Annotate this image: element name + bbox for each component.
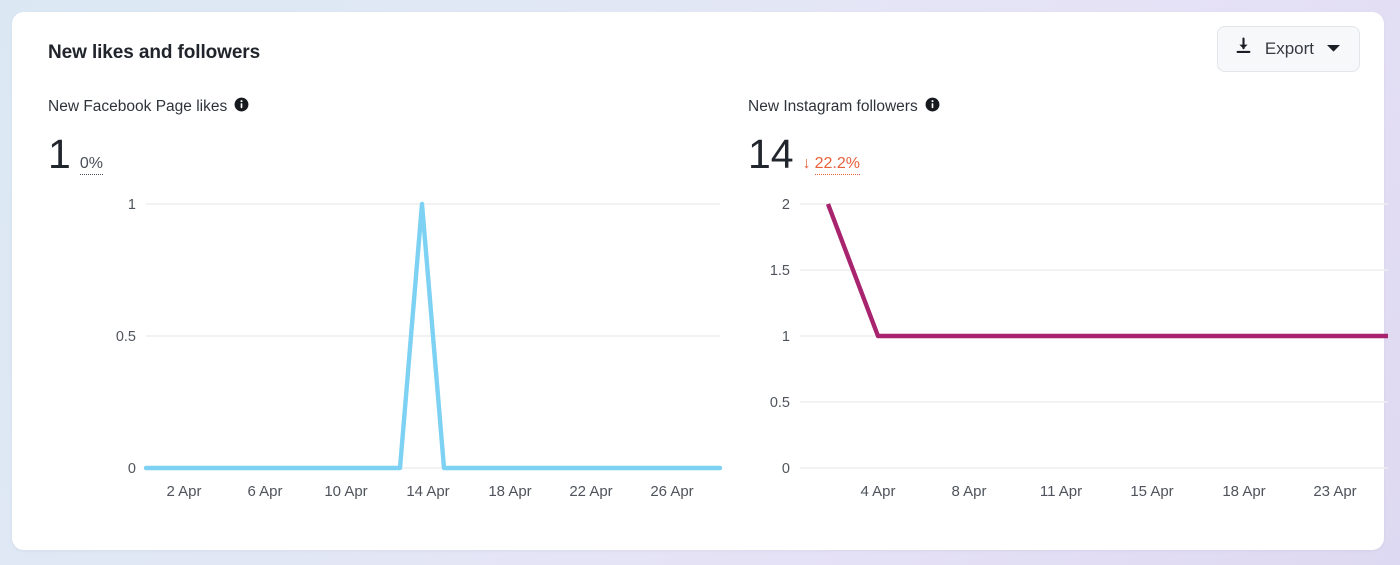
page-background: New likes and followers Export: [0, 0, 1400, 565]
svg-text:18 Apr: 18 Apr: [488, 483, 531, 500]
svg-text:22 Apr: 22 Apr: [569, 483, 612, 500]
svg-text:1.5: 1.5: [770, 263, 790, 279]
info-icon[interactable]: [925, 97, 940, 117]
arrow-down-icon: ↓: [803, 156, 811, 172]
instagram-y-axis-labels: 2 1.5 1 0.5 0: [770, 197, 790, 477]
svg-text:26 Apr: 26 Apr: [650, 483, 693, 500]
svg-text:6 Apr: 6 Apr: [247, 483, 282, 500]
instagram-metric-label-text: New Instagram followers: [748, 98, 918, 116]
analytics-card: New likes and followers Export: [12, 12, 1384, 550]
svg-text:0: 0: [128, 461, 136, 477]
instagram-metric-delta: ↓ 22.2%: [803, 155, 860, 175]
svg-text:4 Apr: 4 Apr: [860, 483, 895, 500]
facebook-x-axis-labels: 2 Apr 6 Apr 10 Apr 14 Apr 18 Apr 22 Apr …: [166, 483, 693, 500]
facebook-delta-percent: 0%: [80, 155, 103, 175]
svg-text:0: 0: [782, 461, 790, 477]
instagram-chart-svg: 2 1.5 1 0.5 0 4 Apr 8 Apr 11 Apr: [748, 190, 1400, 510]
svg-text:0.5: 0.5: [770, 395, 790, 411]
instagram-metric-value: 14: [748, 134, 794, 175]
svg-text:1: 1: [782, 329, 790, 345]
facebook-metric-label-text: New Facebook Page likes: [48, 98, 227, 116]
charts-row: New Facebook Page likes 1 0%: [48, 96, 1360, 510]
page-title: New likes and followers: [48, 38, 1360, 64]
facebook-chart-panel: New Facebook Page likes 1 0%: [48, 96, 748, 510]
download-icon: [1234, 37, 1253, 61]
instagram-delta-percent: 22.2%: [815, 155, 860, 175]
svg-text:14 Apr: 14 Apr: [406, 483, 449, 500]
card-header: New likes and followers Export: [48, 38, 1360, 90]
instagram-x-axis-labels: 4 Apr 8 Apr 11 Apr 15 Apr 18 Apr 23 Apr: [860, 483, 1356, 500]
chevron-down-icon: [1326, 40, 1341, 58]
facebook-metric-label: New Facebook Page likes: [48, 96, 748, 118]
svg-text:15 Apr: 15 Apr: [1130, 483, 1173, 500]
instagram-line-chart: 2 1.5 1 0.5 0 4 Apr 8 Apr 11 Apr: [748, 190, 1400, 510]
svg-text:0.5: 0.5: [116, 329, 136, 345]
svg-text:8 Apr: 8 Apr: [951, 483, 986, 500]
info-icon[interactable]: [234, 97, 249, 117]
facebook-metric-value-row: 1 0%: [48, 134, 748, 180]
facebook-metric-delta: 0%: [80, 155, 103, 175]
facebook-line-chart: 1 0.5 0 2 Apr 6 Apr 10 Apr 14 Apr 18: [48, 190, 748, 510]
export-button-label: Export: [1265, 39, 1314, 59]
svg-text:10 Apr: 10 Apr: [324, 483, 367, 500]
facebook-y-axis-labels: 1 0.5 0: [116, 197, 136, 477]
instagram-chart-panel: New Instagram followers 14 ↓ 22.2%: [748, 96, 1400, 510]
svg-text:23 Apr: 23 Apr: [1313, 483, 1356, 500]
facebook-chart-svg: 1 0.5 0 2 Apr 6 Apr 10 Apr 14 Apr 18: [48, 190, 748, 510]
instagram-metric-label: New Instagram followers: [748, 96, 1400, 118]
svg-text:11 Apr: 11 Apr: [1040, 483, 1082, 500]
export-button[interactable]: Export: [1217, 26, 1360, 72]
facebook-metric-value: 1: [48, 134, 71, 175]
svg-text:2 Apr: 2 Apr: [166, 483, 201, 500]
svg-text:2: 2: [782, 197, 790, 213]
svg-text:18 Apr: 18 Apr: [1222, 483, 1265, 500]
svg-text:1: 1: [128, 197, 136, 213]
instagram-metric-value-row: 14 ↓ 22.2%: [748, 134, 1400, 180]
